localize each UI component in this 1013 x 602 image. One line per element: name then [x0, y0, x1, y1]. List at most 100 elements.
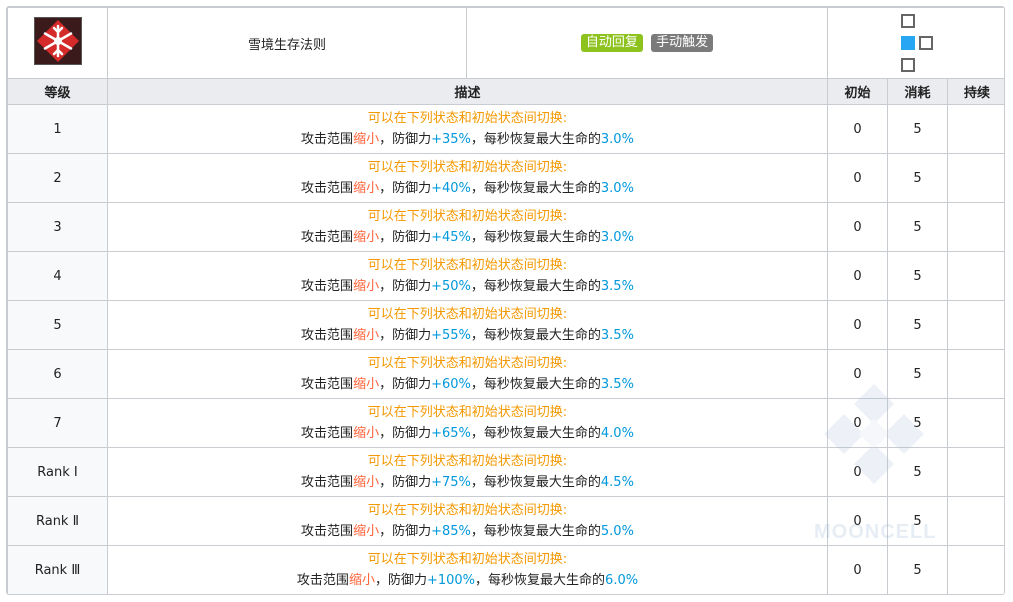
cost-cell: 5 [887, 545, 948, 594]
desc-defense-value: +50% [431, 279, 471, 294]
desc-defense-value: +55% [431, 328, 471, 343]
level-cell: Rank Ⅰ [7, 447, 108, 497]
desc-defense-label: ，防御力 [379, 279, 432, 294]
desc-heal-value: 3.0% [600, 230, 634, 245]
desc-defense-label: ，防御力 [379, 426, 432, 441]
desc-range-label: 攻击范围 [301, 475, 354, 490]
desc-range-label: 攻击范围 [301, 426, 354, 441]
desc-defense-label: ，防御力 [379, 132, 432, 147]
col-duration: 持续 [946, 78, 1004, 105]
level-rows: 1 可以在下列状态和初始状态间切换: 攻击范围缩小，防御力+35%，每秒恢复最大生命… [7, 104, 1004, 594]
desc-switch-line: 可以在下列状态和初始状态间切换: [367, 454, 568, 469]
desc-switch-line: 可以在下列状态和初始状态间切换: [367, 258, 568, 273]
range-self-tile [901, 36, 915, 50]
level-cell: Rank Ⅲ [7, 545, 108, 594]
duration-cell [946, 202, 1004, 252]
desc-heal-value: 6.0% [605, 573, 639, 588]
cost-cell: 5 [887, 398, 948, 448]
description-cell: 可以在下列状态和初始状态间切换: 攻击范围缩小，防御力+100%，每秒恢复最大生命… [107, 545, 828, 594]
cost-cell: 5 [887, 447, 948, 497]
desc-heal-value: 3.5% [600, 279, 634, 294]
initial-cell: 0 [827, 202, 888, 252]
desc-heal-value: 3.0% [600, 181, 634, 196]
description-cell: 可以在下列状态和初始状态间切换: 攻击范围缩小，防御力+85%，每秒恢复最大生命的… [107, 496, 828, 546]
cost-cell: 5 [887, 153, 948, 203]
desc-range-label: 攻击范围 [301, 328, 354, 343]
column-header-row: 等级 描述 初始 消耗 持续 [7, 78, 1004, 105]
desc-switch-line: 可以在下列状态和初始状态间切换: [367, 160, 568, 175]
level-cell: 5 [7, 300, 108, 350]
table-row: 6 可以在下列状态和初始状态间切换: 攻击范围缩小，防御力+60%，每秒恢复最大生命… [7, 349, 1004, 399]
initial-cell: 0 [827, 349, 888, 399]
desc-switch-line: 可以在下列状态和初始状态间切换: [367, 356, 568, 371]
initial-cell: 0 [827, 300, 888, 350]
cost-cell: 5 [887, 300, 948, 350]
col-cost: 消耗 [887, 78, 948, 105]
desc-effect-line: 攻击范围缩小，防御力+50%，每秒恢复最大生命的3.5% [108, 276, 827, 297]
desc-defense-label: ，防御力 [379, 181, 432, 196]
desc-heal-label: ，每秒恢复最大生命的 [470, 475, 601, 490]
desc-defense-value: +35% [431, 132, 471, 147]
desc-range-shrink: 缩小 [353, 279, 380, 294]
skill-table-container: 雪境生存法则 自动回复 手动触发 等级 描述 初始 消耗 持续 1 可以在下列状态… [6, 6, 1005, 595]
desc-range-label: 攻击范围 [301, 181, 354, 196]
desc-range-shrink: 缩小 [353, 132, 380, 147]
desc-range-label: 攻击范围 [301, 279, 354, 294]
initial-cell: 0 [827, 447, 888, 497]
desc-defense-value: +40% [431, 181, 471, 196]
level-cell: Rank Ⅱ [7, 496, 108, 546]
desc-range-label: 攻击范围 [301, 377, 354, 392]
desc-effect-line: 攻击范围缩小，防御力+60%，每秒恢复最大生命的3.5% [108, 374, 827, 395]
description-cell: 可以在下列状态和初始状态间切换: 攻击范围缩小，防御力+45%，每秒恢复最大生命的… [107, 202, 828, 252]
desc-heal-value: 4.5% [600, 475, 634, 490]
desc-defense-label: ，防御力 [379, 328, 432, 343]
tag-manual-trigger: 手动触发 [651, 34, 714, 52]
attack-range-grid [899, 10, 935, 76]
desc-range-shrink: 缩小 [353, 230, 380, 245]
table-row: 2 可以在下列状态和初始状态间切换: 攻击范围缩小，防御力+40%，每秒恢复最大生命… [7, 153, 1004, 203]
snowflake-skill-icon [33, 17, 82, 65]
initial-cell: 0 [827, 251, 888, 301]
desc-effect-line: 攻击范围缩小，防御力+45%，每秒恢复最大生命的3.0% [108, 227, 827, 248]
description-cell: 可以在下列状态和初始状态间切换: 攻击范围缩小，防御力+65%，每秒恢复最大生命的… [107, 398, 828, 448]
skill-name: 雪境生存法则 [107, 7, 467, 79]
desc-defense-label: ，防御力 [374, 573, 427, 588]
initial-cell: 0 [827, 153, 888, 203]
desc-switch-line: 可以在下列状态和初始状态间切换: [367, 503, 568, 518]
desc-heal-label: ，每秒恢复最大生命的 [470, 132, 601, 147]
desc-heal-value: 3.5% [600, 328, 634, 343]
initial-cell: 0 [827, 104, 888, 154]
range-tile [901, 14, 915, 28]
col-description: 描述 [107, 78, 828, 105]
level-cell: 3 [7, 202, 108, 252]
desc-heal-label: ，每秒恢复最大生命的 [470, 426, 601, 441]
initial-cell: 0 [827, 545, 888, 594]
description-cell: 可以在下列状态和初始状态间切换: 攻击范围缩小，防御力+35%，每秒恢复最大生命的… [107, 104, 828, 154]
duration-cell [946, 300, 1004, 350]
desc-heal-label: ，每秒恢复最大生命的 [470, 524, 601, 539]
desc-heal-label: ，每秒恢复最大生命的 [475, 573, 606, 588]
cost-cell: 5 [887, 104, 948, 154]
desc-defense-value: +85% [431, 524, 471, 539]
desc-range-label: 攻击范围 [301, 524, 354, 539]
desc-range-shrink: 缩小 [353, 377, 380, 392]
table-row: 7 可以在下列状态和初始状态间切换: 攻击范围缩小，防御力+65%，每秒恢复最大生命… [7, 398, 1004, 448]
desc-heal-value: 5.0% [600, 524, 634, 539]
desc-range-shrink: 缩小 [353, 328, 380, 343]
desc-defense-label: ，防御力 [379, 377, 432, 392]
duration-cell [946, 251, 1004, 301]
desc-heal-label: ，每秒恢复最大生命的 [470, 279, 601, 294]
desc-heal-value: 3.0% [600, 132, 634, 147]
duration-cell [946, 545, 1004, 594]
desc-effect-line: 攻击范围缩小，防御力+55%，每秒恢复最大生命的3.5% [108, 325, 827, 346]
level-cell: 7 [7, 398, 108, 448]
desc-heal-label: ，每秒恢复最大生命的 [470, 230, 601, 245]
desc-switch-line: 可以在下列状态和初始状态间切换: [367, 552, 568, 567]
initial-cell: 0 [827, 398, 888, 448]
desc-range-label: 攻击范围 [301, 230, 354, 245]
desc-defense-value: +100% [426, 573, 476, 588]
skill-table: 雪境生存法则 自动回复 手动触发 等级 描述 初始 消耗 持续 1 可以在下列状态… [7, 7, 1004, 594]
cost-cell: 5 [887, 349, 948, 399]
desc-switch-line: 可以在下列状态和初始状态间切换: [367, 111, 568, 126]
skill-header-row: 雪境生存法则 自动回复 手动触发 [7, 7, 1004, 79]
